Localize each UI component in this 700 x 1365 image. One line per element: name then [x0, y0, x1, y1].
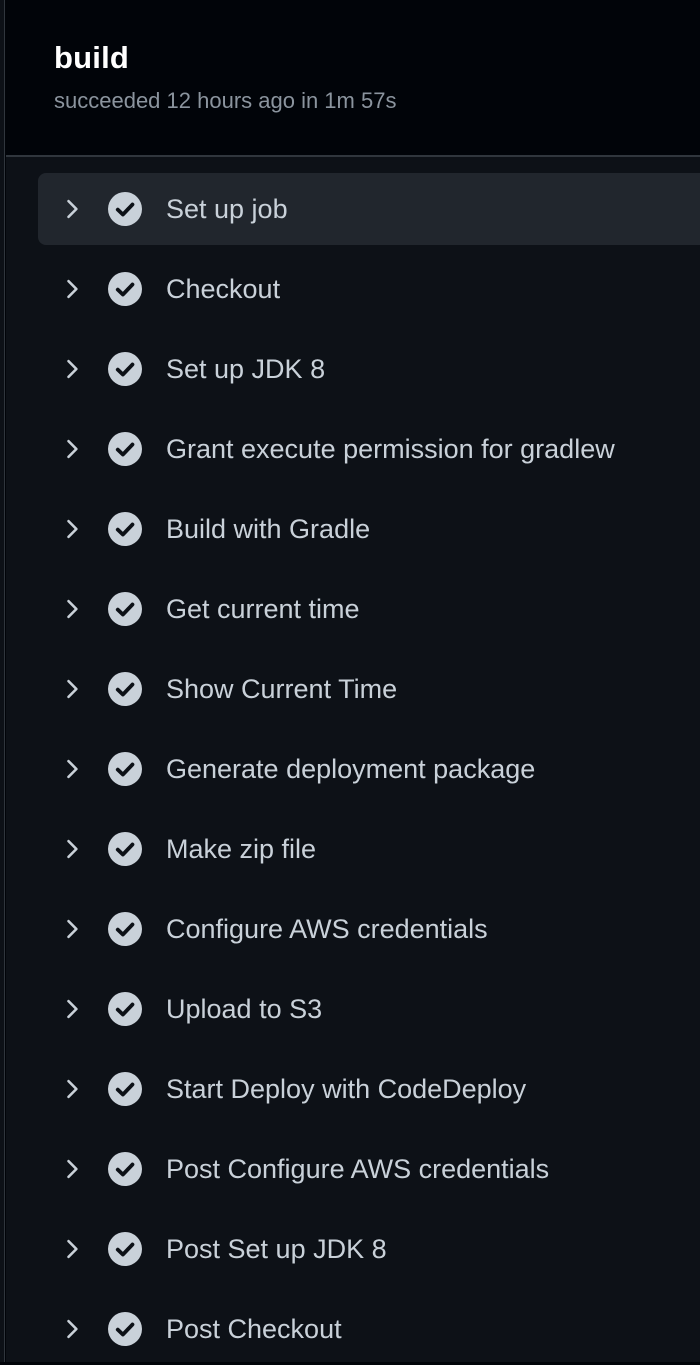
- step-row[interactable]: Upload to S3: [38, 973, 700, 1045]
- chevron-right-icon[interactable]: [58, 355, 86, 383]
- chevron-right-icon[interactable]: [58, 995, 86, 1023]
- step-label: Grant execute permission for gradlew: [166, 434, 615, 464]
- step-row[interactable]: Set up JDK 8: [38, 333, 700, 405]
- chevron-right-icon[interactable]: [58, 755, 86, 783]
- chevron-right-icon[interactable]: [58, 275, 86, 303]
- step-label: Make zip file: [166, 834, 317, 864]
- chevron-right-icon[interactable]: [58, 595, 86, 623]
- chevron-right-icon[interactable]: [58, 195, 86, 223]
- chevron-right-icon[interactable]: [58, 675, 86, 703]
- chevron-right-icon[interactable]: [58, 435, 86, 463]
- check-circle-fill-icon: [108, 672, 142, 706]
- chevron-right-icon[interactable]: [58, 515, 86, 543]
- step-label: Generate deployment package: [166, 754, 536, 784]
- step-label: Upload to S3: [166, 994, 323, 1024]
- check-circle-fill-icon: [108, 352, 142, 386]
- check-circle-fill-icon: [108, 832, 142, 866]
- check-circle-fill-icon: [108, 512, 142, 546]
- left-border: [0, 0, 5, 1362]
- step-label: Set up JDK 8: [166, 354, 326, 384]
- step-row[interactable]: Configure AWS credentials: [38, 893, 700, 965]
- step-row[interactable]: Get current time: [38, 573, 700, 645]
- step-row[interactable]: Build with Gradle: [38, 493, 700, 565]
- chevron-right-icon[interactable]: [58, 1315, 86, 1343]
- check-circle-fill-icon: [108, 1072, 142, 1106]
- chevron-right-icon[interactable]: [58, 1155, 86, 1183]
- check-circle-fill-icon: [108, 1152, 142, 1186]
- step-label: Post Set up JDK 8: [166, 1234, 387, 1264]
- check-circle-fill-icon: [108, 272, 142, 306]
- step-label: Post Configure AWS credentials: [166, 1154, 550, 1184]
- step-row[interactable]: Make zip file: [38, 813, 700, 885]
- steps-list: Set up job Checkout Set up JDK 8 Grant exec…: [6, 157, 700, 1362]
- step-label: Post Checkout: [166, 1314, 342, 1344]
- check-circle-fill-icon: [108, 752, 142, 786]
- check-circle-fill-icon: [108, 1232, 142, 1266]
- check-circle-fill-icon: [108, 192, 142, 226]
- step-row[interactable]: Post Checkout: [38, 1293, 700, 1365]
- job-status: succeeded 12 hours ago in 1m 57s: [54, 88, 397, 113]
- step-label: Build with Gradle: [166, 514, 371, 544]
- step-label: Checkout: [166, 274, 281, 304]
- step-row[interactable]: Post Configure AWS credentials: [38, 1133, 700, 1205]
- job-title: build: [54, 40, 130, 75]
- chevron-right-icon[interactable]: [58, 1235, 86, 1263]
- step-row[interactable]: Grant execute permission for gradlew: [38, 413, 700, 485]
- check-circle-fill-icon: [108, 1312, 142, 1346]
- step-label: Set up job: [166, 194, 288, 224]
- chevron-right-icon[interactable]: [58, 835, 86, 863]
- check-circle-fill-icon: [108, 592, 142, 626]
- step-row[interactable]: Checkout: [38, 253, 700, 325]
- step-label: Show Current Time: [166, 674, 398, 704]
- check-circle-fill-icon: [108, 432, 142, 466]
- chevron-right-icon[interactable]: [58, 915, 86, 943]
- chevron-right-icon[interactable]: [58, 1075, 86, 1103]
- check-circle-fill-icon: [108, 992, 142, 1026]
- step-label: Configure AWS credentials: [166, 914, 488, 944]
- step-row[interactable]: Generate deployment package: [38, 733, 700, 805]
- step-row[interactable]: Set up job: [38, 173, 700, 245]
- step-row[interactable]: Post Set up JDK 8: [38, 1213, 700, 1285]
- step-label: Start Deploy with CodeDeploy: [166, 1074, 527, 1104]
- check-circle-fill-icon: [108, 912, 142, 946]
- step-row[interactable]: Show Current Time: [38, 653, 700, 725]
- job-header: build succeeded 12 hours ago in 1m 57s: [6, 0, 700, 156]
- step-label: Get current time: [166, 594, 360, 624]
- step-row[interactable]: Start Deploy with CodeDeploy: [38, 1053, 700, 1125]
